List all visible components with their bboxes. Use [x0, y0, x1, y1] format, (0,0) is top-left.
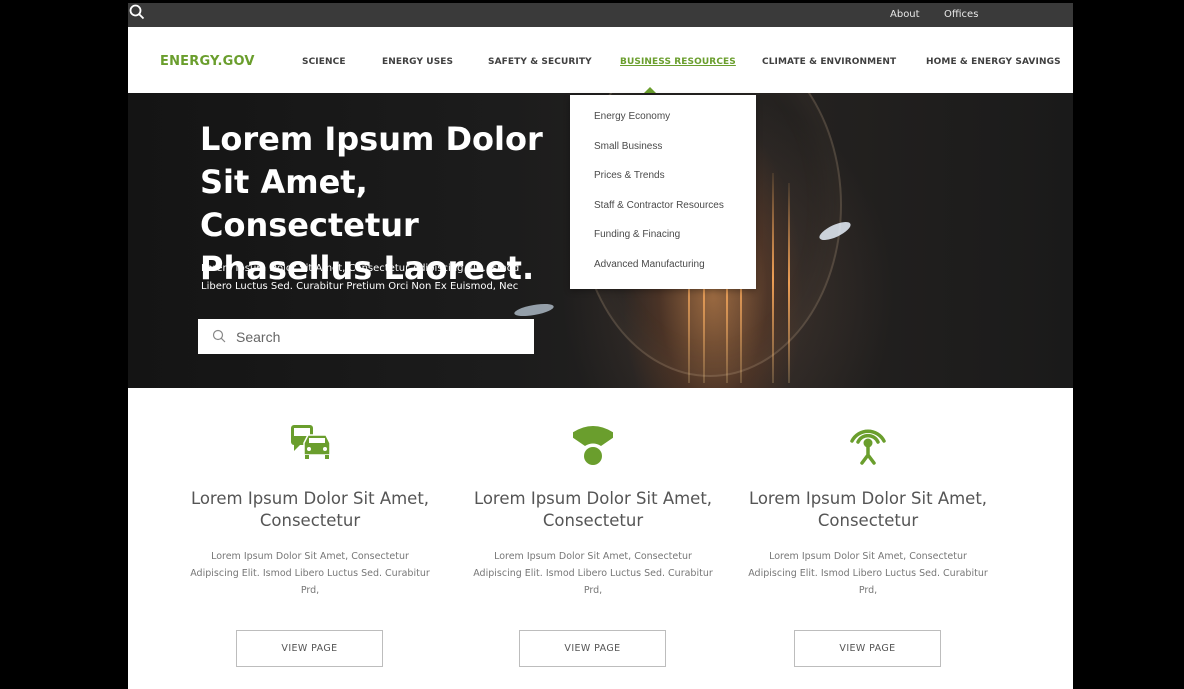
nav-item-home-energy-savings[interactable]: HOME & ENERGY SAVINGS	[926, 57, 1061, 67]
site-logo[interactable]: ENERGY.GOV	[160, 54, 255, 69]
dropdown-item-advanced-manufacturing[interactable]: Advanced Manufacturing	[594, 259, 705, 270]
nav-item-energy-uses[interactable]: ENERGY USES	[382, 57, 453, 67]
search-icon	[212, 329, 226, 343]
nav-item-business-resources[interactable]: BUSINESS RESOURCES	[620, 57, 736, 67]
nav-item-safety-security[interactable]: SAFETY & SECURITY	[488, 57, 592, 67]
feature-card: Lorem Ipsum Dolor Sit Amet, Consectetur …	[180, 388, 440, 689]
search-icon[interactable]	[128, 3, 146, 21]
feature-title: Lorem Ipsum Dolor Sit Amet, Consectetur	[748, 489, 988, 530]
bus-car-icon	[291, 425, 330, 459]
view-page-button[interactable]: VIEW PAGE	[236, 630, 383, 667]
view-page-button[interactable]: VIEW PAGE	[519, 630, 666, 667]
main-nav: ENERGY.GOV SCIENCE ENERGY USES SAFETY & …	[128, 27, 1073, 93]
dropdown-item-prices-trends[interactable]: Prices & Trends	[594, 170, 665, 181]
feature-title: Lorem Ipsum Dolor Sit Amet, Consectetur	[190, 489, 430, 530]
filament-decoration	[788, 183, 790, 383]
nav-item-climate-environment[interactable]: CLIMATE & ENVIRONMENT	[762, 57, 896, 67]
feature-card: Lorem Ipsum Dolor Sit Amet, Consectetur …	[463, 388, 723, 689]
page: About Offices ENERGY.GOV SCIENCE ENERGY …	[128, 3, 1073, 689]
search-bar[interactable]	[198, 319, 534, 354]
broadcast-tower-icon	[850, 429, 886, 465]
features-section: Lorem Ipsum Dolor Sit Amet, Consectetur …	[128, 388, 1073, 689]
hero-subtitle: Lorem Ipsum Dolor Sit Amet, Consectetur …	[201, 263, 520, 292]
filament-decoration	[772, 173, 774, 383]
feature-title: Lorem Ipsum Dolor Sit Amet, Consectetur	[473, 489, 713, 530]
view-page-button[interactable]: VIEW PAGE	[794, 630, 941, 667]
about-link[interactable]: About	[890, 3, 920, 27]
dropdown-item-small-business[interactable]: Small Business	[594, 141, 662, 152]
wifi-signal-icon	[573, 426, 613, 465]
search-input[interactable]	[236, 319, 526, 354]
glass-highlight	[513, 301, 555, 319]
feature-text: Lorem Ipsum Dolor Sit Amet, Consectetur …	[473, 551, 713, 596]
feature-text: Lorem Ipsum Dolor Sit Amet, Consectetur …	[748, 551, 988, 596]
feature-text: Lorem Ipsum Dolor Sit Amet, Consectetur …	[190, 551, 430, 596]
nav-item-science[interactable]: SCIENCE	[302, 57, 346, 67]
business-resources-dropdown: Energy Economy Small Business Prices & T…	[570, 95, 756, 289]
offices-link[interactable]: Offices	[944, 3, 978, 27]
feature-card: Lorem Ipsum Dolor Sit Amet, Consectetur …	[738, 388, 998, 689]
dropdown-caret	[644, 87, 656, 93]
dropdown-item-energy-economy[interactable]: Energy Economy	[594, 111, 670, 122]
dropdown-item-staff-contractor-resources[interactable]: Staff & Contractor Resources	[594, 200, 724, 211]
dropdown-item-funding-financing[interactable]: Funding & Finacing	[594, 229, 680, 240]
utility-bar: About Offices	[128, 3, 1073, 27]
